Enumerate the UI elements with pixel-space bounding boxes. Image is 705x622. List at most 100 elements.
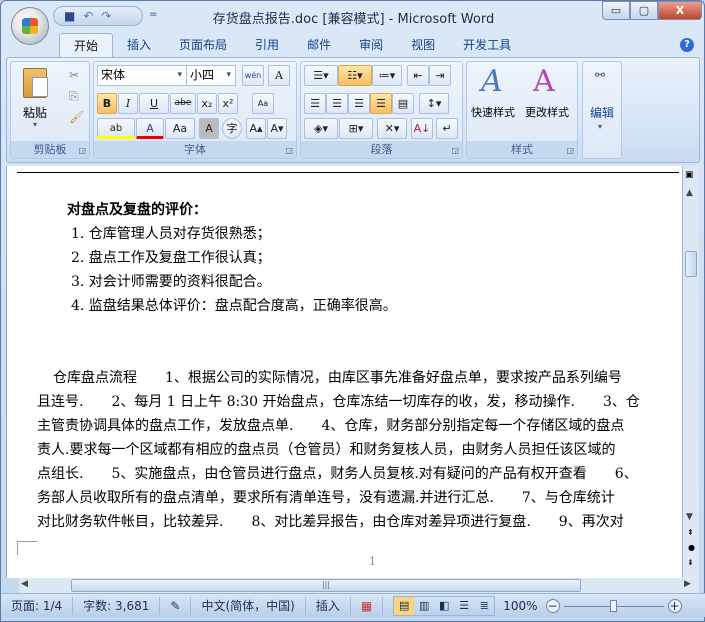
copy-icon[interactable]: ⎘ xyxy=(69,89,79,104)
paragraph-line: 责人.要求每一个区域都有相应的盘点员（仓管员）和财务复核人员，由财务人员担任该区… xyxy=(37,442,616,458)
tab-view[interactable]: 视图 xyxy=(397,33,449,58)
help-icon[interactable]: ? xyxy=(680,38,694,52)
decrease-indent-button[interactable]: ⇤ xyxy=(407,65,429,86)
zoom-level[interactable]: 100% xyxy=(503,599,537,613)
document-page[interactable]: 对盘点及复盘的评价： 1. 仓库管理人员对存货很熟悉； 2. 盘点工作及复盘工作… xyxy=(6,166,682,578)
character-border-button[interactable]: A xyxy=(268,65,290,86)
align-left-button[interactable]: ☰ xyxy=(304,93,326,114)
dialog-launcher-icon[interactable]: ◲ xyxy=(78,146,86,155)
browse-object-icon[interactable]: ● xyxy=(688,543,695,552)
outline-view-icon[interactable]: ☰ xyxy=(454,597,474,615)
vertical-scrollbar[interactable]: ▣ ▲ ▼ ⇞ ● ⇟ xyxy=(682,166,699,578)
multilevel-list-button[interactable]: ≔▾ xyxy=(372,65,402,86)
macro-record-icon[interactable]: ▦ xyxy=(351,596,384,615)
scroll-up-icon[interactable]: ▲ xyxy=(686,188,693,198)
justify-button[interactable]: ☰ xyxy=(370,93,392,114)
full-screen-reading-icon[interactable]: ▥ xyxy=(414,597,434,615)
zoom-in-button[interactable]: + xyxy=(667,598,682,613)
paragraph-line: 对比财务软件帐目，比较差异. 8、对比差异报告，由仓库对差异项进行复盘. 9、再… xyxy=(37,514,624,530)
tab-review[interactable]: 审阅 xyxy=(345,33,397,58)
subscript-button[interactable]: x₂ xyxy=(197,93,217,114)
shrink-font-button[interactable]: A▾ xyxy=(267,118,287,139)
zoom-slider-thumb[interactable] xyxy=(609,599,617,612)
scroll-right-icon[interactable]: ▶ xyxy=(684,579,691,589)
align-center-button[interactable]: ☰ xyxy=(326,93,348,114)
bullets-button[interactable]: ☰▾ xyxy=(304,65,338,86)
list-item: 4. 监盘结果总体评价：盘点配合度高，正确率很高。 xyxy=(71,298,397,314)
tab-home[interactable]: 开始 xyxy=(59,33,114,58)
editing-group[interactable]: ⚯ 编辑 ▾ xyxy=(582,61,622,159)
close-button[interactable]: X xyxy=(658,1,702,20)
proofing-icon[interactable]: ✎ xyxy=(160,596,192,615)
strikethrough-button[interactable]: abe xyxy=(170,93,196,114)
clear-formatting-button[interactable]: Aa xyxy=(252,93,274,114)
draft-view-icon[interactable]: ≣ xyxy=(474,597,494,615)
ruler-toggle-icon[interactable]: ▣ xyxy=(685,170,694,180)
tab-developer[interactable]: 开发工具 xyxy=(449,33,525,58)
ribbon: 粘贴 ▾ ✂ ⎘ 🖌 剪贴板 ◲ 宋体 小四 wén A B I U abe x… xyxy=(6,57,700,163)
binoculars-icon: ⚯ xyxy=(595,68,606,82)
zoom-out-button[interactable]: − xyxy=(545,598,560,613)
distributed-button[interactable]: ▤ xyxy=(392,93,414,114)
italic-button[interactable]: I xyxy=(118,93,138,114)
change-styles-icon[interactable]: A xyxy=(533,64,555,99)
next-page-icon[interactable]: ⇟ xyxy=(687,558,694,567)
quick-styles-icon[interactable]: A xyxy=(481,64,503,99)
dialog-launcher-icon[interactable]: ◲ xyxy=(451,146,459,155)
scroll-thumb[interactable] xyxy=(685,251,697,277)
paste-icon[interactable] xyxy=(23,68,48,98)
restore-button[interactable]: ▢ xyxy=(630,1,658,20)
bold-button[interactable]: B xyxy=(97,93,117,114)
cut-icon[interactable]: ✂ xyxy=(69,68,79,82)
paragraph-line: 务部人员收取所有的盘点清单，要求所有清单连号，没有遗漏.并进行汇总. 7、与仓库… xyxy=(37,490,615,506)
web-layout-icon[interactable]: ◧ xyxy=(434,597,454,615)
format-painter-icon[interactable]: 🖌 xyxy=(69,110,84,124)
highlight-button[interactable]: ab xyxy=(97,118,135,139)
character-shading-button[interactable]: A xyxy=(199,118,219,139)
insert-mode[interactable]: 插入 xyxy=(306,596,351,615)
paste-button[interactable]: 粘贴 xyxy=(23,104,47,121)
dialog-launcher-icon[interactable]: ◲ xyxy=(285,146,293,155)
line-spacing-button[interactable]: ↕▾ xyxy=(419,93,449,114)
tab-insert[interactable]: 插入 xyxy=(113,33,165,58)
zoom-slider[interactable] xyxy=(563,599,664,613)
horizontal-scroll-thumb[interactable]: ||| xyxy=(71,579,581,592)
horizontal-scrollbar[interactable]: ◀ ||| ▶ xyxy=(19,578,699,593)
borders-button[interactable]: ⊞▾ xyxy=(339,118,373,139)
change-styles-button[interactable]: 更改样式 xyxy=(525,104,569,120)
tab-references[interactable]: 引用 xyxy=(241,33,293,58)
underline-button[interactable]: U xyxy=(139,93,169,114)
tab-mailings[interactable]: 邮件 xyxy=(293,33,345,58)
font-label: 字体 xyxy=(94,141,296,158)
quick-styles-button[interactable]: 快速样式 xyxy=(471,104,515,120)
tab-page-layout[interactable]: 页面布局 xyxy=(165,33,241,58)
chinese-layout-button[interactable]: ✕▾ xyxy=(377,118,407,139)
word-count[interactable]: 字数: 3,681 xyxy=(73,596,161,615)
phonetic-guide-button[interactable]: wén xyxy=(242,65,264,86)
list-item: 2. 盘点工作及复盘工作很认真； xyxy=(71,250,271,266)
scroll-left-icon[interactable]: ◀ xyxy=(21,579,28,589)
grow-font-button[interactable]: A▴ xyxy=(246,118,266,139)
change-case-button[interactable]: Aa xyxy=(165,118,195,139)
font-name-select[interactable]: 宋体 xyxy=(97,65,187,86)
scroll-down-icon[interactable]: ▼ xyxy=(686,512,693,522)
language-indicator[interactable]: 中文(简体，中国) xyxy=(191,596,306,615)
show-marks-button[interactable]: ↵ xyxy=(436,118,458,139)
print-layout-view-icon[interactable]: ▤ xyxy=(394,596,415,615)
align-right-button[interactable]: ☰ xyxy=(348,93,370,114)
enclose-characters-button[interactable]: 字 xyxy=(222,118,242,139)
minimize-button[interactable]: ▭ xyxy=(602,1,630,20)
shading-button[interactable]: ◈▾ xyxy=(304,118,338,139)
sort-button[interactable]: A↓ xyxy=(411,118,433,139)
office-button[interactable] xyxy=(11,7,49,45)
increase-indent-button[interactable]: ⇥ xyxy=(429,65,451,86)
font-size-select[interactable]: 小四 xyxy=(186,65,236,86)
editing-button[interactable]: 编辑 xyxy=(590,104,614,121)
superscript-button[interactable]: x² xyxy=(218,93,238,114)
numbering-button[interactable]: ☷▾ xyxy=(338,65,372,86)
previous-page-icon[interactable]: ⇞ xyxy=(687,528,694,537)
paragraph-label: 段落 xyxy=(301,141,462,158)
page-indicator[interactable]: 页面: 1/4 xyxy=(1,596,74,615)
font-color-button[interactable]: A xyxy=(136,118,164,139)
dialog-launcher-icon[interactable]: ◲ xyxy=(566,146,574,155)
